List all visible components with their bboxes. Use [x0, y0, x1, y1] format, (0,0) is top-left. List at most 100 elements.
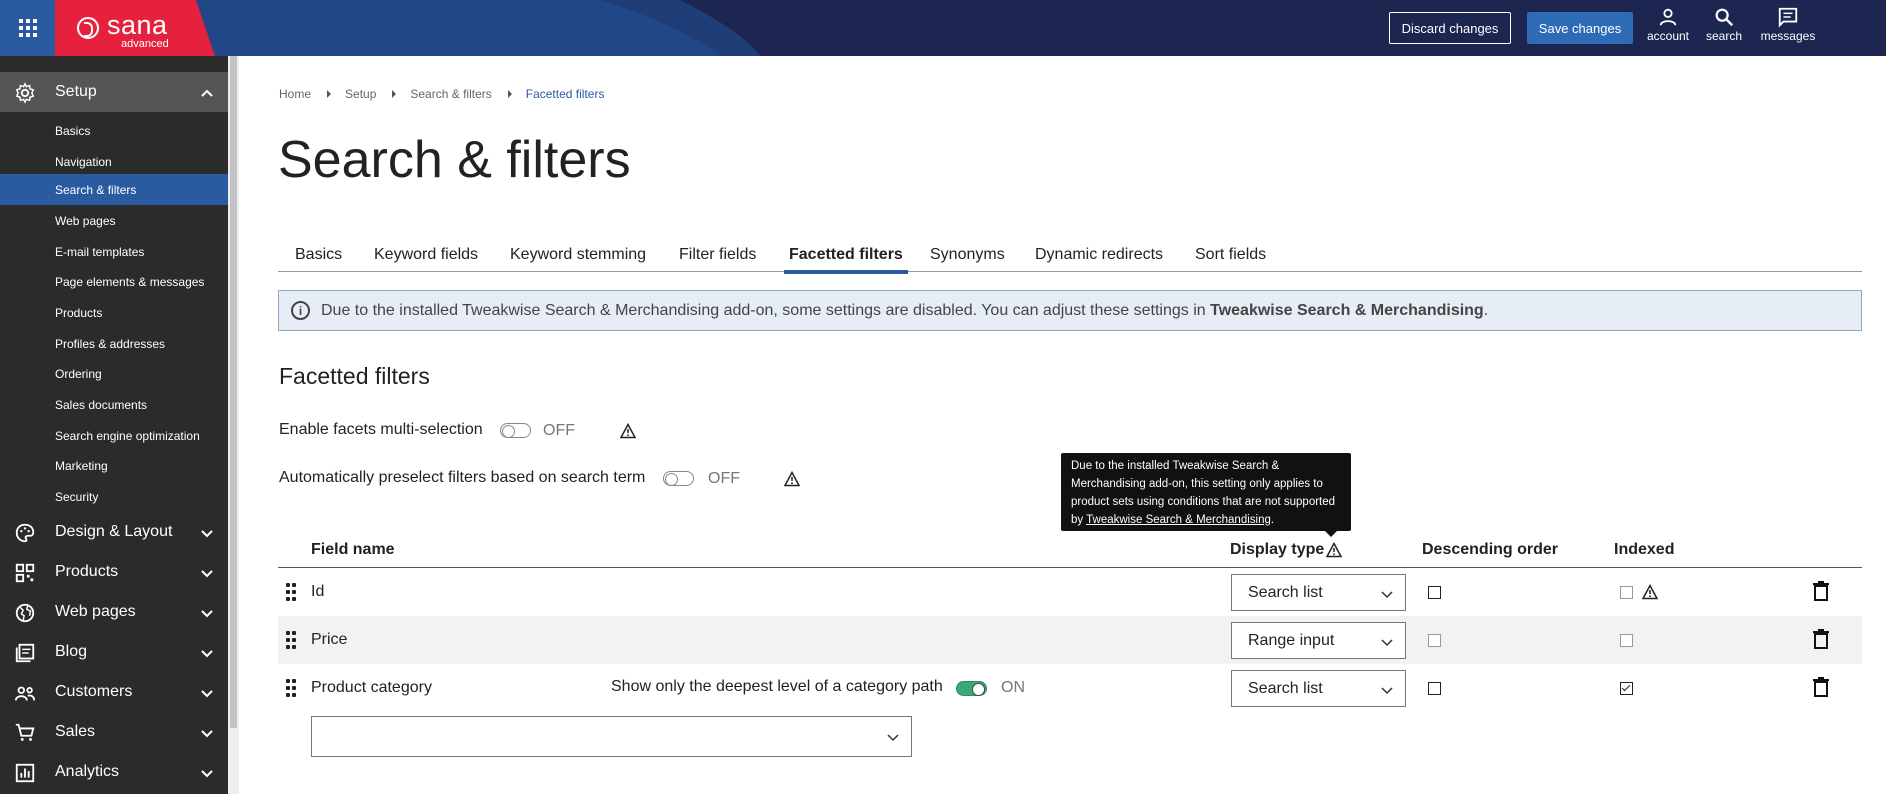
- indexed-checkbox[interactable]: [1620, 682, 1633, 695]
- sidebar-section-label: Web pages: [55, 603, 136, 620]
- multi-selection-toggle[interactable]: [500, 423, 531, 438]
- tab-keyword-stemming[interactable]: Keyword stemming: [510, 246, 646, 264]
- descending-order-checkbox[interactable]: [1428, 586, 1441, 599]
- field-name: Price: [311, 631, 348, 648]
- save-changes-button[interactable]: Save changes: [1527, 12, 1633, 44]
- breadcrumb-current: Facetted filters: [525, 87, 605, 101]
- preselect-label: Automatically preselect filters based on…: [279, 469, 646, 486]
- account-icon: [1659, 8, 1677, 26]
- sidebar-item-sales-documents[interactable]: Sales documents: [0, 389, 228, 420]
- sidebar-section-products[interactable]: Products: [0, 552, 228, 592]
- sidebar-item-search-filters[interactable]: Search & filters: [0, 174, 228, 205]
- drag-handle-icon[interactable]: [286, 679, 296, 697]
- tab-facetted-filters[interactable]: Facetted filters: [784, 246, 908, 274]
- tab-bar: Basics Keyword fields Keyword stemming F…: [278, 242, 1862, 274]
- discard-changes-button[interactable]: Discard changes: [1389, 12, 1511, 44]
- breadcrumb-separator-icon: [327, 90, 332, 98]
- messages-button[interactable]: messages: [1758, 6, 1818, 43]
- header-descending-order: Descending order: [1422, 541, 1559, 558]
- header-indexed: Indexed: [1614, 541, 1675, 558]
- tab-dynamic-redirects[interactable]: Dynamic redirects: [1035, 246, 1163, 264]
- sidebar-section-analytics[interactable]: Analytics: [0, 752, 228, 792]
- notice-link[interactable]: Tweakwise Search & Merchandising: [1210, 302, 1484, 319]
- sidebar-section-customers[interactable]: Customers: [0, 672, 228, 712]
- tab-keyword-fields[interactable]: Keyword fields: [374, 246, 478, 264]
- chevron-down-icon: [1381, 591, 1393, 599]
- deepest-level-toggle[interactable]: [956, 681, 987, 696]
- table-row: Product category ON Search list: [278, 664, 1862, 712]
- page-title: Search & filters: [278, 131, 631, 189]
- qr-code-icon: [15, 563, 35, 583]
- chevron-down-icon: [201, 770, 213, 778]
- display-type-select[interactable]: Search list: [1231, 670, 1406, 707]
- header-decoration: [120, 0, 760, 56]
- sidebar-section-web-pages[interactable]: Web pages: [0, 592, 228, 632]
- select-value: Range input: [1248, 632, 1335, 649]
- top-bar: sana advanced Discard changes Save chang…: [0, 0, 1886, 56]
- sidebar-item-basics[interactable]: Basics: [0, 115, 228, 146]
- tab-basics[interactable]: Basics: [295, 246, 342, 264]
- sidebar-item-ordering[interactable]: Ordering: [0, 358, 228, 389]
- field-name: Product category: [311, 679, 432, 696]
- account-button[interactable]: account: [1646, 6, 1690, 43]
- sidebar-section-label: Products: [55, 563, 119, 580]
- sidebar-item-page-elements[interactable]: Page elements & messages: [0, 266, 228, 297]
- tab-filter-fields[interactable]: Filter fields: [679, 246, 756, 264]
- sidebar-item-products[interactable]: Products: [0, 297, 228, 328]
- sidebar-item-web-pages[interactable]: Web pages: [0, 205, 228, 236]
- tab-sort-fields[interactable]: Sort fields: [1195, 246, 1266, 264]
- search-button[interactable]: search: [1703, 6, 1745, 43]
- indexed-checkbox[interactable]: [1620, 586, 1633, 599]
- drag-handle-icon[interactable]: [286, 631, 296, 649]
- sidebar-section-setup[interactable]: Setup: [0, 72, 228, 112]
- sidebar-item-security[interactable]: Security: [0, 481, 228, 512]
- breadcrumb-home[interactable]: Home: [279, 87, 311, 101]
- sana-logo[interactable]: sana advanced: [55, 0, 215, 56]
- brand-edition: advanced: [121, 38, 169, 50]
- scrollbar-thumb[interactable]: [230, 56, 237, 728]
- breadcrumb-setup[interactable]: Setup: [345, 87, 376, 101]
- chevron-down-icon: [201, 730, 213, 738]
- search-label: search: [1705, 29, 1743, 43]
- info-notice: i Due to the installed Tweakwise Search …: [278, 290, 1862, 331]
- sidebar-section-design-layout[interactable]: Design & Layout: [0, 512, 228, 552]
- sidebar-section-blog[interactable]: Blog: [0, 632, 228, 672]
- display-type-tooltip: Due to the installed Tweakwise Search & …: [1061, 453, 1351, 537]
- deepest-level-state: ON: [1001, 679, 1025, 696]
- sidebar-item-navigation[interactable]: Navigation: [0, 146, 228, 177]
- sidebar-section-label: Design & Layout: [55, 523, 173, 540]
- delete-icon[interactable]: [1812, 629, 1830, 649]
- app-launcher-button[interactable]: [0, 0, 55, 56]
- warning-icon: [620, 423, 636, 439]
- tab-synonyms[interactable]: Synonyms: [930, 246, 1005, 264]
- account-label: account: [1646, 29, 1690, 43]
- header-display-type: Display type: [1230, 541, 1325, 558]
- indexed-checkbox[interactable]: [1620, 634, 1633, 647]
- customers-icon: [14, 686, 36, 701]
- preselect-toggle[interactable]: [663, 471, 694, 486]
- descending-order-checkbox[interactable]: [1428, 682, 1441, 695]
- descending-order-checkbox[interactable]: [1428, 634, 1441, 647]
- info-icon: i: [291, 301, 310, 320]
- sidebar-section-sales[interactable]: Sales: [0, 712, 228, 752]
- sidebar-item-profiles[interactable]: Profiles & addresses: [0, 328, 228, 359]
- warning-icon: [784, 471, 800, 487]
- display-type-select[interactable]: Search list: [1231, 574, 1406, 611]
- drag-handle-icon[interactable]: [286, 583, 296, 601]
- delete-icon[interactable]: [1812, 581, 1830, 601]
- delete-icon[interactable]: [1812, 677, 1830, 697]
- notice-text: Due to the installed Tweakwise Search & …: [321, 302, 1489, 319]
- globe-icon: [15, 603, 35, 623]
- breadcrumb-search-filters[interactable]: Search & filters: [410, 87, 491, 101]
- sidebar-item-marketing[interactable]: Marketing: [0, 450, 228, 481]
- warning-icon[interactable]: [1326, 542, 1342, 558]
- tooltip-link[interactable]: Tweakwise Search & Merchandising: [1086, 514, 1271, 526]
- sidebar-item-email-templates[interactable]: E-mail templates: [0, 236, 228, 267]
- sidebar-scrollbar[interactable]: [228, 56, 239, 794]
- chevron-down-icon: [1381, 639, 1393, 647]
- chevron-down-icon: [201, 690, 213, 698]
- display-type-select[interactable]: Range input: [1231, 622, 1406, 659]
- category-level-select[interactable]: [311, 716, 912, 757]
- sidebar-item-seo[interactable]: Search engine optimization: [0, 420, 228, 451]
- multi-selection-label: Enable facets multi-selection: [279, 421, 483, 438]
